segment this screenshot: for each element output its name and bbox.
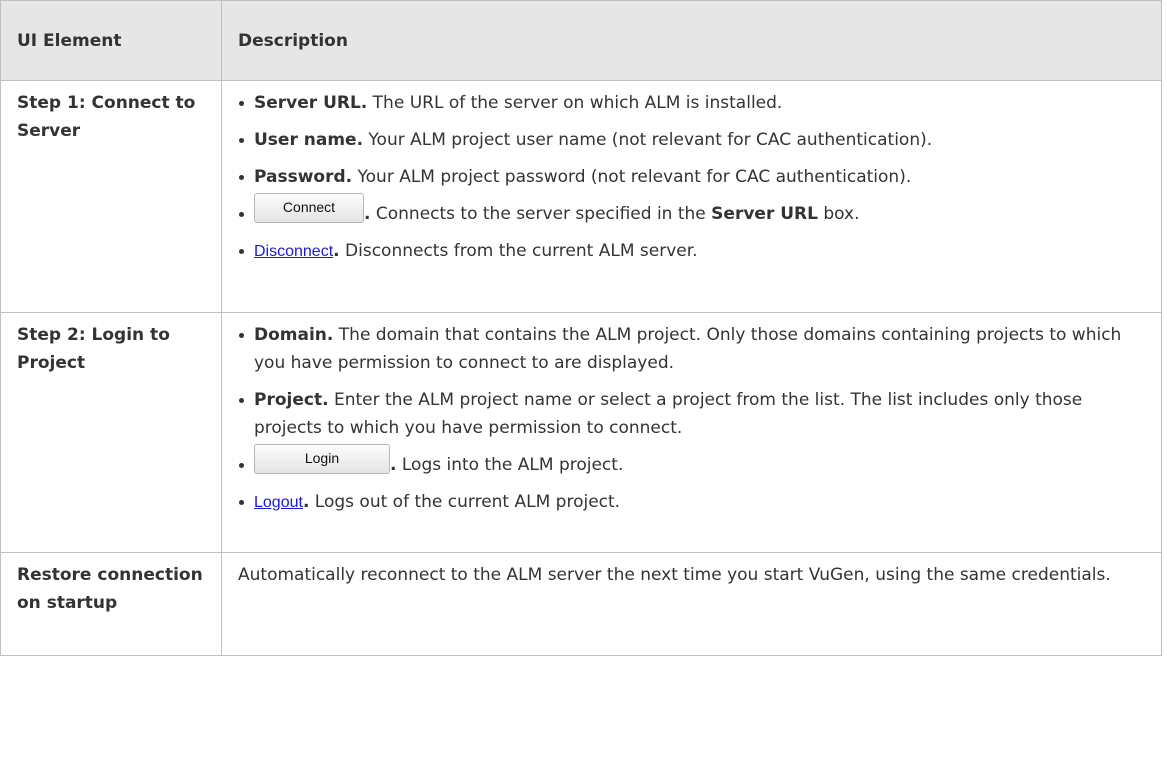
header-ui-element: UI Element — [0, 0, 222, 81]
header-description: Description — [221, 0, 1162, 81]
list-item: Project. Enter the ALM project name or s… — [238, 386, 1151, 442]
item-text: Enter the ALM project name or select a p… — [254, 390, 1083, 438]
item-text: Logs into the ALM project. — [396, 455, 624, 475]
connect-button[interactable]: Connect — [254, 193, 364, 223]
table-row: Step 1: Connect to Server Server URL. Th… — [0, 80, 1162, 313]
row-description: Server URL. The URL of the server on whi… — [221, 80, 1162, 313]
bullet-icon — [239, 249, 244, 254]
item-text: The URL of the server on which ALM is in… — [367, 93, 783, 113]
item-bold-term: Server URL — [711, 204, 818, 224]
item-text: Connects to the server specified in the — [370, 204, 712, 224]
item-text: Your ALM project user name (not relevant… — [363, 130, 933, 150]
list-item: Disconnect. Disconnects from the current… — [238, 237, 1151, 266]
row-description: Automatically reconnect to the ALM serve… — [221, 552, 1162, 656]
bullet-icon — [239, 463, 244, 468]
bullet-icon — [239, 101, 244, 106]
list-item: User name. Your ALM project user name (n… — [238, 126, 1151, 154]
list-item: Connect. Connects to the server specifie… — [238, 193, 1151, 228]
list-item: Login. Logs into the ALM project. — [238, 444, 1151, 479]
ui-elements-table: UI Element Description Step 1: Connect t… — [0, 0, 1162, 656]
row-element-name: Restore connection on startup — [0, 552, 222, 656]
item-lead: Project. — [254, 390, 329, 410]
bullet-icon — [239, 333, 244, 338]
bullet-icon — [239, 500, 244, 505]
item-lead: Password. — [254, 167, 353, 187]
list-item: Server URL. The URL of the server on whi… — [238, 89, 1151, 117]
table-header-row: UI Element Description — [0, 0, 1162, 81]
row-element-name: Step 1: Connect to Server — [0, 80, 222, 313]
row-description: Domain. The domain that contains the ALM… — [221, 312, 1162, 553]
item-text: Disconnects from the current ALM server. — [339, 241, 698, 261]
bullet-icon — [239, 212, 244, 217]
item-text: box. — [817, 204, 860, 224]
bullet-icon — [239, 398, 244, 403]
list-item: Password. Your ALM project password (not… — [238, 163, 1151, 191]
item-text: The domain that contains the ALM project… — [254, 325, 1122, 373]
item-text: Your ALM project password (not relevant … — [352, 167, 912, 187]
table-row: Step 2: Login to Project Domain. The dom… — [0, 312, 1162, 553]
table-row: Restore connection on startup Automatica… — [0, 552, 1162, 656]
list-item: Domain. The domain that contains the ALM… — [238, 321, 1151, 377]
item-lead: Server URL. — [254, 93, 368, 113]
list-item: Logout. Logs out of the current ALM proj… — [238, 488, 1151, 517]
item-lead: User name. — [254, 130, 364, 150]
disconnect-link[interactable]: Disconnect — [254, 243, 333, 260]
login-button[interactable]: Login — [254, 444, 390, 474]
item-text: Logs out of the current ALM project. — [309, 492, 621, 512]
bullet-icon — [239, 138, 244, 143]
row-element-name: Step 2: Login to Project — [0, 312, 222, 553]
item-lead: Domain. — [254, 325, 334, 345]
bullet-icon — [239, 175, 244, 180]
logout-link[interactable]: Logout — [254, 494, 303, 511]
